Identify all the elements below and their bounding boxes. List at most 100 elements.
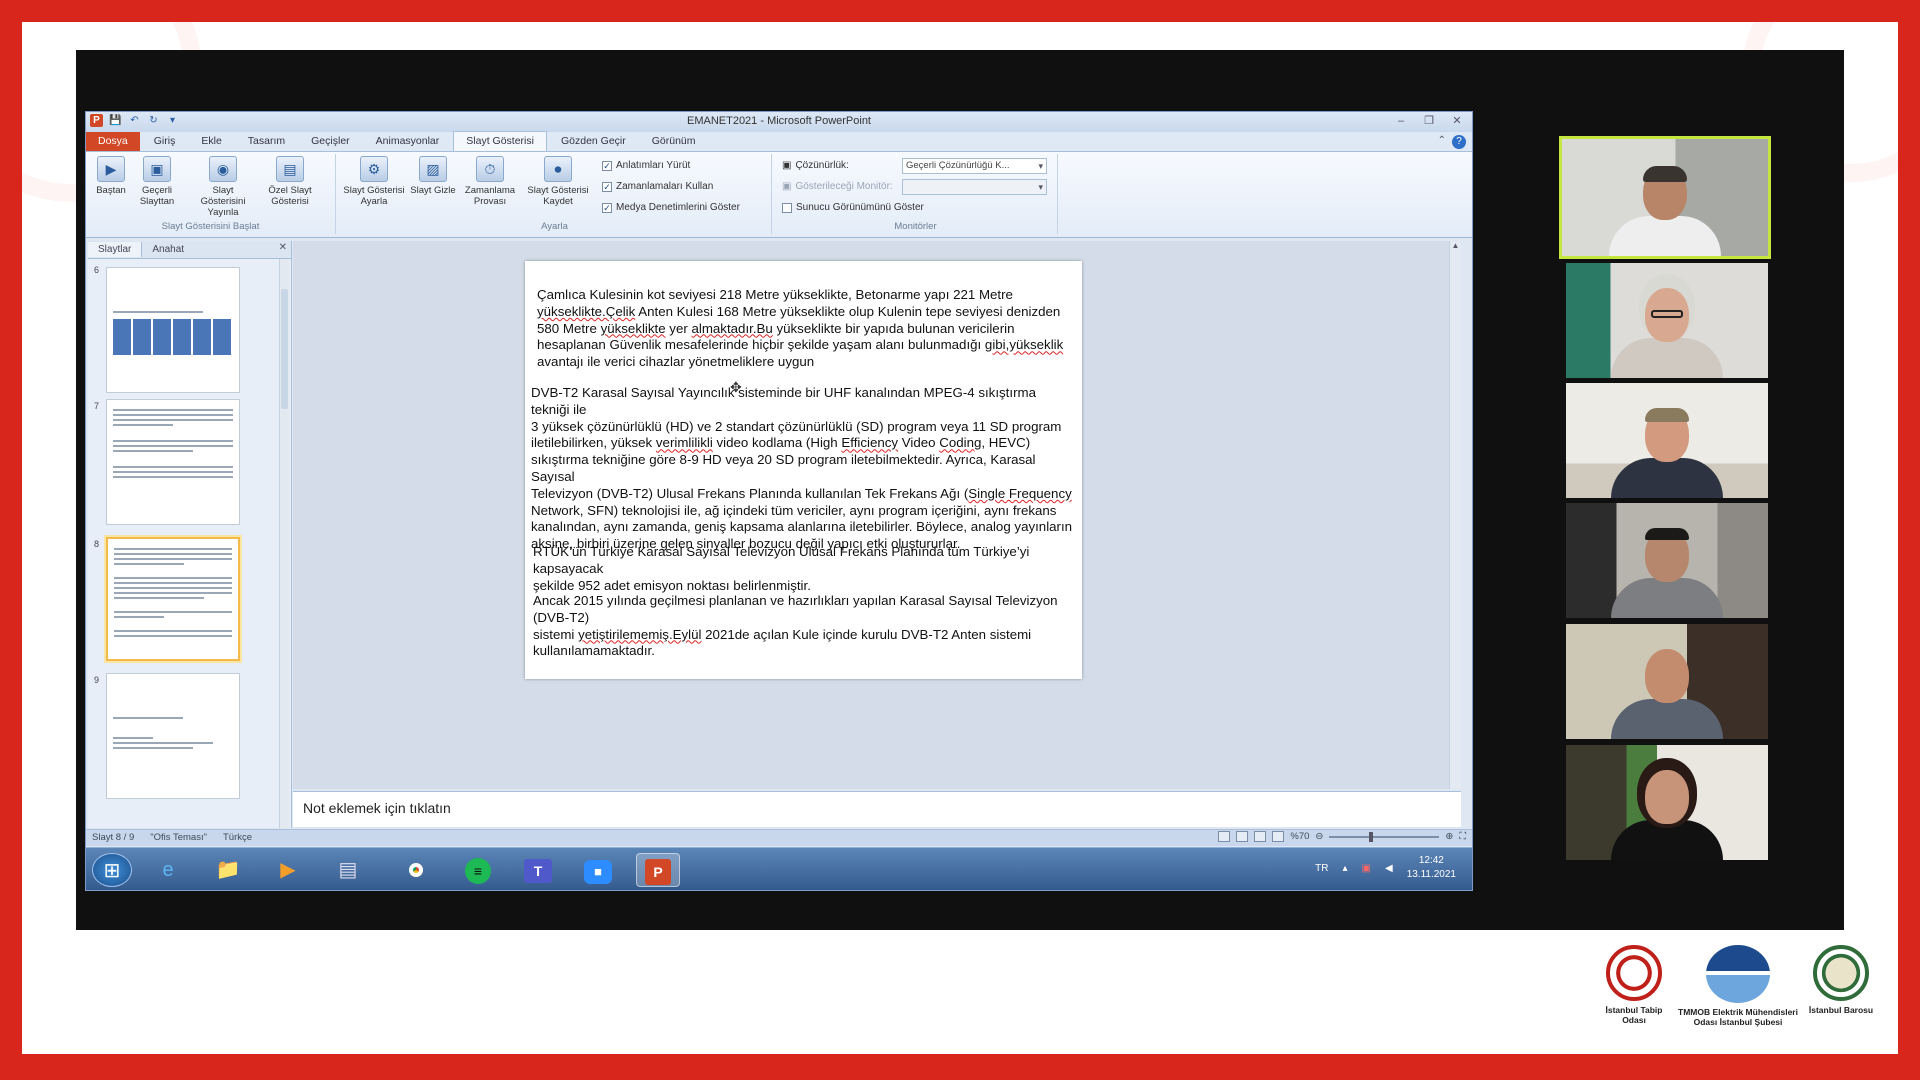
logo-istanbul-tabip-odasi: İstanbul Tabip Odası [1594,945,1674,1025]
play-narrations-checkbox[interactable]: ✓ Anlatımları Yürüt [602,160,690,171]
zoom-in-icon[interactable]: ⊕ [1445,831,1453,842]
participant-video[interactable] [1566,383,1768,498]
show-hidden-icons[interactable]: ▴ [1343,863,1348,874]
presenter-view-checkbox[interactable]: Sunucu Görünümünü Göster [782,202,924,213]
language-indicator[interactable]: Türkçe [223,832,252,843]
network-icon[interactable]: ▣ [1362,863,1371,874]
participant-avatar [1611,288,1723,378]
hide-slide-button[interactable]: ▨ Slayt Gizle [408,156,458,196]
teams-icon[interactable]: T [516,853,560,887]
close-icon[interactable]: ✕ [1448,114,1466,128]
from-beginning-button[interactable]: ▶ Baştan [86,156,136,196]
tab-insert[interactable]: Ekle [189,132,233,151]
show-media-controls-checkbox[interactable]: ✓ Medya Denetimlerini Göster [602,202,740,213]
file-explorer-icon[interactable]: 📁 [206,853,250,887]
ribbon-tabs: Dosya Giriş Ekle Tasarım Geçişler Animas… [86,131,1472,152]
editing-scrollbar[interactable]: ▲ [1449,241,1461,789]
custom-show-button[interactable]: ▤ Özel Slayt Gösterisi [260,156,320,207]
powerpoint-icon[interactable]: P [636,853,680,887]
minimize-icon[interactable]: – [1392,114,1410,128]
bar-association-emblem-icon [1813,945,1869,1001]
reading-view-icon[interactable] [1254,831,1267,842]
slides-pane-scrollbar[interactable] [279,259,289,828]
clock[interactable]: 12:42 13.11.2021 [1407,854,1456,882]
emo-emblem-icon [1706,945,1770,1003]
participant-video[interactable] [1566,263,1768,378]
slide-thumbnail[interactable] [106,267,240,393]
checkbox-checked[interactable]: ✓ [602,181,612,192]
chrome-icon[interactable] [394,853,438,887]
checkbox-unchecked[interactable] [782,202,792,213]
setup-show-button[interactable]: ⚙ Slayt Gösterisi Ayarla [342,156,406,207]
theme-name: "Ofis Teması" [150,832,207,843]
notes-pane[interactable]: Not eklemek için tıklatın [293,791,1461,827]
slide-thumbnail[interactable] [106,673,240,799]
input-language[interactable]: TR [1315,863,1328,874]
logo-istanbul-barosu: İstanbul Barosu [1806,945,1876,1015]
show-on-label: ▣ Gösterileceği Monitör: [782,181,893,192]
show-on-dropdown[interactable] [902,179,1047,195]
checkbox-checked[interactable]: ✓ [602,160,612,171]
normal-view-icon[interactable] [1218,831,1231,842]
tab-transitions[interactable]: Geçişler [299,132,362,151]
medical-chamber-emblem-icon [1606,945,1662,1001]
table-preview [113,319,233,355]
tab-slides[interactable]: Slaytlar [88,242,143,257]
minimize-ribbon-icon[interactable]: ⌃ [1438,135,1446,146]
tab-review[interactable]: Gözden Geçir [549,132,638,151]
resolution-dropdown[interactable]: Geçerli Çözünürlüğü K... [902,158,1047,174]
slide-sorter-view-icon[interactable] [1236,831,1249,842]
zoom-level[interactable]: %70 [1290,831,1309,842]
tab-outline[interactable]: Anahat [142,242,194,257]
notepad-icon[interactable]: ▤ [326,853,370,887]
media-player-icon[interactable]: ▶ [266,853,310,887]
status-bar: Slayt 8 / 9 "Ofis Teması" Türkçe %70 ⊖ ⊕… [86,829,1472,846]
close-pane-icon[interactable]: ✕ [279,242,287,253]
volume-icon[interactable]: ◀ [1385,863,1393,874]
hide-slide-icon: ▨ [419,156,447,182]
current-slide[interactable]: Çamlıca Kulesinin kot seviyesi 218 Metre… [525,261,1082,679]
participant-video[interactable] [1566,624,1768,739]
play-slideshow-icon: ▶ [97,156,125,182]
fit-window-icon[interactable]: ⛶ [1459,831,1466,842]
tab-view[interactable]: Görünüm [640,132,708,151]
tab-home[interactable]: Giriş [142,132,188,151]
participant-avatar [1609,166,1721,256]
slide-thumbnail-selected[interactable] [106,537,240,661]
group-setup: ⚙ Slayt Gösterisi Ayarla ▨ Slayt Gizle ⏱ Za… [338,154,772,234]
participant-video[interactable] [1566,503,1768,618]
slide-paragraph-2: DVB-T2 Karasal Sayısal Yayıncılık sistem… [531,385,1073,552]
custom-show-icon: ▤ [276,156,304,182]
slides-pane[interactable]: Slaytlar Anahat ✕ 6 7 8 9 [88,241,292,828]
tab-animations[interactable]: Animasyonlar [364,132,452,151]
group-start-show: ▶ Baştan ▣ Geçerli Slayttan ◉ Slayt Gösteri… [86,154,336,234]
slide-editing-area[interactable]: Çamlıca Kulesinin kot seviyesi 218 Metre… [293,241,1461,789]
zoom-icon[interactable]: ■ [576,853,620,887]
slide-paragraph-1: Çamlıca Kulesinin kot seviyesi 218 Metre… [537,287,1064,370]
tab-slide-show[interactable]: Slayt Gösterisi [453,131,547,151]
participant-video[interactable] [1566,745,1768,860]
use-timings-checkbox[interactable]: ✓ Zamanlamaları Kullan [602,181,713,192]
zoom-out-icon[interactable]: ⊖ [1315,831,1323,842]
help-icon[interactable]: ? [1452,135,1466,149]
internet-explorer-icon[interactable]: e [146,853,190,887]
windows-start-icon[interactable]: ⊞ [92,853,132,887]
windows-taskbar: ⊞ e 📁 ▶ ▤ ≡ T ■ P TR ▴ ▣ ◀ 12:42 13.11.2… [86,847,1472,890]
slide-show-view-icon[interactable] [1272,831,1285,842]
slide-thumbnail[interactable] [106,399,240,525]
spotify-icon[interactable]: ≡ [456,853,500,887]
record-show-icon: ⏺ [544,156,572,182]
powerpoint-window[interactable]: P 💾 ↶ ↻ ▾ EMANET2021 - Microsoft PowerPo… [85,111,1473,891]
checkbox-checked[interactable]: ✓ [602,202,612,213]
participant-avatar [1611,408,1723,498]
tab-design[interactable]: Tasarım [236,132,297,151]
tab-file[interactable]: Dosya [86,132,140,151]
rehearse-timings-button[interactable]: ⏱ Zamanlama Provası [462,156,518,207]
zoom-slider[interactable] [1329,831,1440,842]
record-show-button[interactable]: ⏺ Slayt Gösterisi Kaydet [524,156,592,207]
from-current-slide-button[interactable]: ▣ Geçerli Slayttan [132,156,182,207]
window-title: EMANET2021 - Microsoft PowerPoint [686,115,871,127]
participant-video-active-speaker[interactable] [1559,136,1771,259]
broadcast-button[interactable]: ◉ Slayt Gösterisini Yayınla [190,156,256,218]
restore-icon[interactable]: ❐ [1420,114,1438,128]
